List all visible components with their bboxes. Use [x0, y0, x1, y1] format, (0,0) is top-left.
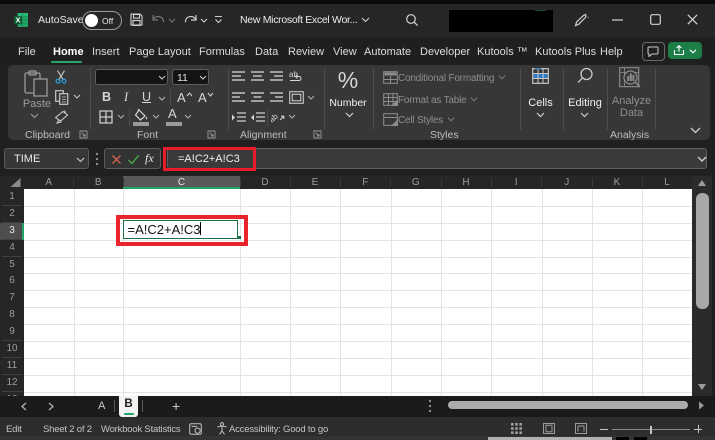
- svg-text:X: X: [15, 16, 20, 25]
- svg-text:ab: ab: [271, 111, 280, 124]
